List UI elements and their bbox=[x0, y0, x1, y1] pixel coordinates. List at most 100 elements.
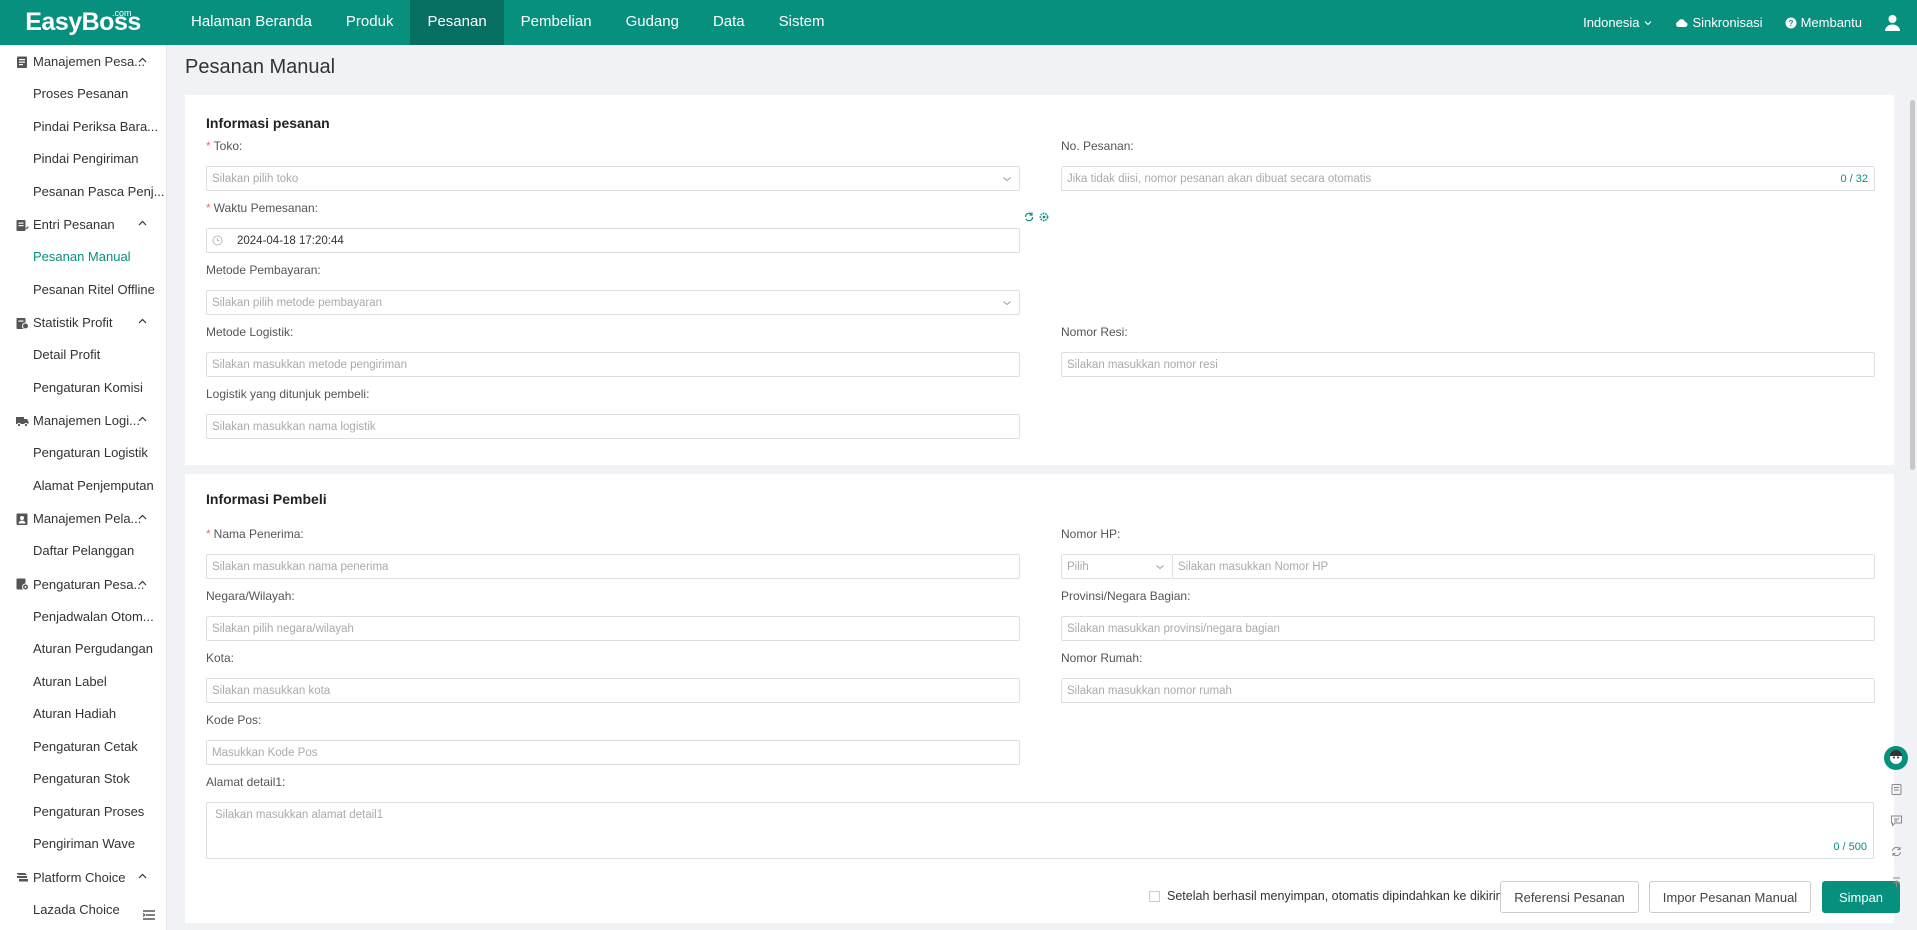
order-number-input[interactable]: Jika tidak diisi, nomor pesanan akan dib… bbox=[1061, 166, 1875, 191]
nav-item[interactable]: Halaman Beranda bbox=[174, 0, 329, 45]
house-number-input[interactable]: Silakan masukkan nomor rumah bbox=[1061, 678, 1875, 703]
phone-label: Nomor HP: bbox=[1061, 527, 1121, 541]
nav-item[interactable]: Pembelian bbox=[504, 0, 609, 45]
address-textarea[interactable]: Silakan masukkan alamat detail1 0 / 500 bbox=[206, 802, 1874, 859]
entry-icon bbox=[16, 219, 29, 231]
sync-label: Sinkronisasi bbox=[1692, 15, 1763, 30]
import-manual-order-button[interactable]: Impor Pesanan Manual bbox=[1649, 881, 1811, 913]
back-to-top-button[interactable] bbox=[1884, 870, 1908, 894]
sidebar-item[interactable]: Proses Pesanan bbox=[0, 78, 166, 111]
notes-button[interactable] bbox=[1884, 777, 1908, 801]
sidebar-item[interactable]: Pindai Pengiriman bbox=[0, 143, 166, 176]
store-select[interactable]: Silakan pilih toko bbox=[206, 166, 1020, 191]
nav-item[interactable]: Gudang bbox=[609, 0, 696, 45]
sidebar-group[interactable]: Manajemen Pesa... bbox=[0, 45, 166, 78]
chevron-up-icon bbox=[138, 57, 147, 63]
recipient-name-input[interactable]: Silakan masukkan nama penerima bbox=[206, 554, 1020, 579]
buyer-logistics-input[interactable]: Silakan masukkan nama logistik bbox=[206, 414, 1020, 439]
sidebar-item[interactable]: Pindai Periksa Bara... bbox=[0, 111, 166, 144]
auto-move-label: Setelah berhasil menyimpan, otomatis dip… bbox=[1167, 889, 1507, 903]
sidebar-item[interactable]: Aturan Pergudangan bbox=[0, 633, 166, 666]
sidebar-item[interactable]: Pengaturan Proses bbox=[0, 796, 166, 829]
refresh-icon[interactable] bbox=[1023, 211, 1035, 223]
chevron-up-icon bbox=[138, 220, 147, 226]
user-menu[interactable] bbox=[1884, 14, 1901, 31]
chevron-down-icon bbox=[1003, 177, 1011, 182]
sidebar-item[interactable]: Pengaturan Stok bbox=[0, 763, 166, 796]
logistics-method-field: Metode Logistik: Silakan masukkan metode… bbox=[206, 325, 1020, 377]
sidebar-item[interactable]: Aturan Label bbox=[0, 666, 166, 699]
province-input[interactable]: Silakan masukkan provinsi/negara bagian bbox=[1061, 616, 1875, 641]
user-icon bbox=[1885, 15, 1900, 31]
city-input[interactable]: Silakan masukkan kota bbox=[206, 678, 1020, 703]
clipboard-icon bbox=[17, 56, 27, 68]
chat-button[interactable] bbox=[1884, 808, 1908, 832]
chevron-up-icon bbox=[138, 416, 147, 422]
phone-code-placeholder: Pilih bbox=[1067, 560, 1089, 573]
sidebar-item[interactable]: Detail Profit bbox=[0, 339, 166, 372]
reference-order-button[interactable]: Referensi Pesanan bbox=[1500, 881, 1639, 913]
payment-method-placeholder: Silakan pilih metode pembayaran bbox=[212, 296, 383, 309]
recipient-name-label: Nama Penerima: bbox=[213, 527, 304, 541]
order-settings-icon bbox=[16, 578, 29, 591]
house-number-placeholder: Silakan masukkan nomor rumah bbox=[1067, 684, 1232, 697]
truck-icon bbox=[16, 416, 29, 427]
payment-method-label: Metode Pembayaran: bbox=[206, 263, 321, 277]
sidebar-item[interactable]: Pesanan Ritel Offline bbox=[0, 274, 166, 307]
auto-move-checkbox[interactable]: Setelah berhasil menyimpan, otomatis dip… bbox=[1149, 889, 1506, 903]
language-selector[interactable]: Indonesia bbox=[1583, 15, 1653, 30]
tracking-number-input[interactable]: Silakan masukkan nomor resi bbox=[1061, 352, 1875, 377]
required-mark: * bbox=[206, 139, 211, 153]
top-right-menu: Indonesia Sinkronisasi ? Membantu bbox=[1583, 0, 1917, 45]
tracking-number-label: Nomor Resi: bbox=[1061, 325, 1128, 339]
nav-item[interactable]: Pesanan bbox=[410, 0, 504, 45]
sidebar-item[interactable]: Pengaturan Komisi bbox=[0, 372, 166, 405]
phone-number-input[interactable]: Silakan masukkan Nomor HP bbox=[1172, 554, 1875, 579]
sync-button[interactable]: Sinkronisasi bbox=[1675, 15, 1763, 30]
phone-code-select[interactable]: Pilih bbox=[1061, 554, 1172, 579]
sidebar-group[interactable]: Entri Pesanan bbox=[0, 208, 166, 241]
char-counter: 0 / 32 bbox=[1840, 172, 1868, 185]
sidebar-group-label: Manajemen Pesa... bbox=[33, 54, 146, 69]
sidebar-group[interactable]: Manajemen Logi... bbox=[0, 404, 166, 437]
nav-item[interactable]: Produk bbox=[329, 0, 411, 45]
sidebar-group[interactable]: Manajemen Pela... bbox=[0, 502, 166, 535]
logistics-method-input[interactable]: Silakan masukkan metode pengiriman bbox=[206, 352, 1020, 377]
country-select[interactable]: Silakan pilih negara/wilayah bbox=[206, 616, 1020, 641]
sidebar-item[interactable]: Aturan Hadiah bbox=[0, 698, 166, 731]
sidebar-group[interactable]: Platform Choice bbox=[0, 861, 166, 894]
sidebar-item[interactable]: Pesanan Pasca Penj... bbox=[0, 176, 166, 209]
help-button[interactable]: ? Membantu bbox=[1785, 15, 1862, 30]
sidebar-item[interactable]: Pengaturan Logistik bbox=[0, 437, 166, 470]
sidebar-group[interactable]: Pengaturan Pesa... bbox=[0, 568, 166, 601]
scrollbar[interactable] bbox=[1910, 100, 1915, 470]
page-title: Pesanan Manual bbox=[185, 56, 336, 78]
collapse-sidebar-button[interactable] bbox=[142, 909, 156, 924]
sidebar-item[interactable]: Penjadwalan Otom... bbox=[0, 601, 166, 634]
sidebar-item[interactable]: Pengiriman Wave bbox=[0, 828, 166, 861]
phone-number-placeholder: Silakan masukkan Nomor HP bbox=[1178, 560, 1329, 573]
postcode-field: Kode Pos: Masukkan Kode Pos bbox=[206, 713, 1020, 765]
payment-method-select[interactable]: Silakan pilih metode pembayaran bbox=[206, 290, 1020, 315]
nav-item[interactable]: Sistem bbox=[762, 0, 842, 45]
nav-item[interactable]: Data bbox=[696, 0, 762, 45]
sidebar-item[interactable]: Pengaturan Cetak bbox=[0, 731, 166, 764]
postcode-input[interactable]: Masukkan Kode Pos bbox=[206, 740, 1020, 765]
assistant-avatar[interactable] bbox=[1884, 746, 1908, 770]
customer-icon bbox=[16, 513, 28, 525]
sidebar-item[interactable]: Daftar Pelanggan bbox=[0, 535, 166, 568]
checkbox[interactable] bbox=[1149, 890, 1160, 902]
sidebar-group[interactable]: Statistik Profit bbox=[0, 306, 166, 339]
gear-icon[interactable] bbox=[1038, 211, 1050, 223]
sidebar-item[interactable]: Alamat Penjemputan bbox=[0, 470, 166, 503]
order-time-picker[interactable]: 2024-04-18 17:20:44 bbox=[206, 228, 1020, 253]
stats-icon bbox=[16, 317, 29, 329]
exchange-button[interactable] bbox=[1884, 839, 1908, 863]
buyer-logistics-label: Logistik yang ditunjuk pembeli: bbox=[206, 387, 370, 401]
order-number-placeholder: Jika tidak diisi, nomor pesanan akan dib… bbox=[1067, 172, 1372, 185]
language-label: Indonesia bbox=[1583, 15, 1640, 30]
char-counter: 0 / 500 bbox=[1833, 841, 1867, 853]
chevron-up-icon bbox=[138, 873, 147, 878]
logo[interactable]: EasyBoss .com bbox=[0, 0, 166, 45]
sidebar-item[interactable]: Pesanan Manual bbox=[0, 241, 166, 274]
